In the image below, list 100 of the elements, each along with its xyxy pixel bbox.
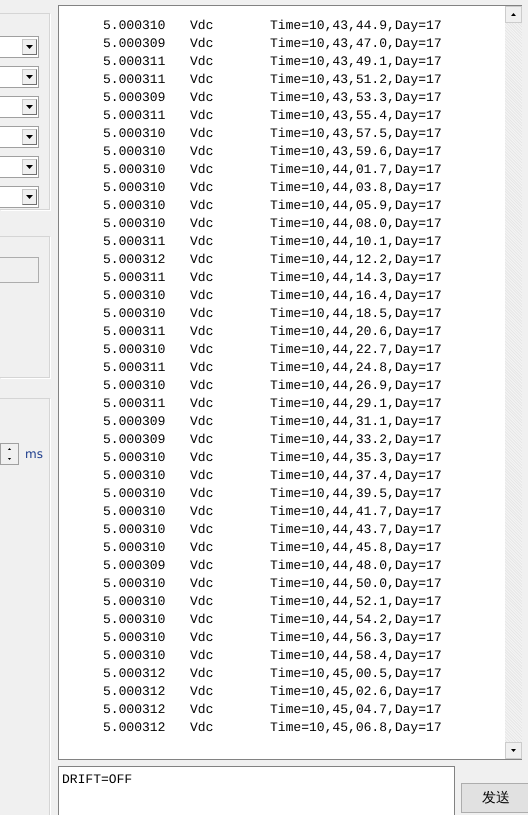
log-value: 5.000310 (103, 18, 166, 32)
log-time: Time=10,44,24.8,Day=17 (270, 360, 442, 374)
log-value: 5.000309 (103, 432, 166, 446)
dropdown[interactable] (0, 36, 39, 58)
log-value: 5.000310 (103, 198, 166, 212)
log-value: 5.000312 (103, 720, 166, 734)
log-unit: Vdc (190, 234, 214, 248)
log-unit: Vdc (190, 324, 214, 338)
log-value: 5.000310 (103, 216, 166, 230)
log-unit: Vdc (190, 702, 214, 716)
dropdown[interactable] (0, 66, 39, 88)
log-time: Time=10,44,29.1,Day=17 (270, 396, 442, 410)
log-unit: Vdc (190, 126, 214, 140)
log-time: Time=10,43,51.2,Day=17 (270, 72, 442, 86)
log-time: Time=10,44,14.3,Day=17 (270, 270, 442, 284)
log-value: 5.000312 (103, 666, 166, 680)
input-field[interactable] (0, 257, 39, 283)
dropdown[interactable] (0, 186, 39, 208)
log-value: 5.000310 (103, 468, 166, 482)
log-unit: Vdc (190, 576, 214, 590)
log-unit: Vdc (190, 252, 214, 266)
log-time: Time=10,45,02.6,Day=17 (270, 684, 442, 698)
log-unit: Vdc (190, 504, 214, 518)
log-value: 5.000310 (103, 630, 166, 644)
log-value: 5.000310 (103, 612, 166, 626)
log-value: 5.000310 (103, 144, 166, 158)
log-unit: Vdc (190, 522, 214, 536)
log-unit: Vdc (190, 18, 214, 32)
log-unit: Vdc (190, 396, 214, 410)
log-time: Time=10,44,35.3,Day=17 (270, 450, 442, 464)
log-time: Time=10,43,44.9,Day=17 (270, 18, 442, 32)
log-value: 5.000310 (103, 594, 166, 608)
scrollbar[interactable] (505, 6, 522, 759)
log-value: 5.000310 (103, 342, 166, 356)
log-value: 5.000310 (103, 378, 166, 392)
log-time: Time=10,44,52.1,Day=17 (270, 594, 442, 608)
log-value: 5.000310 (103, 648, 166, 662)
log-unit: Vdc (190, 162, 214, 176)
log-time: Time=10,44,20.6,Day=17 (270, 324, 442, 338)
log-unit: Vdc (190, 540, 214, 554)
log-value: 5.000309 (103, 36, 166, 50)
scroll-up-icon[interactable] (511, 13, 516, 16)
log-unit: Vdc (190, 630, 214, 644)
log-value: 5.000310 (103, 126, 166, 140)
log-value: 5.000310 (103, 180, 166, 194)
command-field[interactable]: DRIFT=OFF (58, 766, 455, 815)
log-unit: Vdc (190, 414, 214, 428)
log-time: Time=10,44,03.8,Day=17 (270, 180, 442, 194)
log-value: 5.000311 (103, 72, 166, 86)
log-unit: Vdc (190, 558, 214, 572)
log-time: Time=10,44,43.7,Day=17 (270, 522, 442, 536)
log-time: Time=10,45,04.7,Day=17 (270, 702, 442, 716)
log-time: Time=10,44,54.2,Day=17 (270, 612, 442, 626)
log-time: Time=10,45,00.5,Day=17 (270, 666, 442, 680)
log-unit: Vdc (190, 306, 214, 320)
log-unit: Vdc (190, 648, 214, 662)
log-unit: Vdc (190, 72, 214, 86)
log-time: Time=10,44,31.1,Day=17 (270, 414, 442, 428)
log-time: Time=10,44,41.7,Day=17 (270, 504, 442, 518)
log-time: Time=10,44,48.0,Day=17 (270, 558, 442, 572)
log-time: Time=10,43,55.4,Day=17 (270, 108, 442, 122)
log-value: 5.000310 (103, 450, 166, 464)
log-unit: Vdc (190, 180, 214, 194)
log-unit: Vdc (190, 198, 214, 212)
log-value: 5.000310 (103, 486, 166, 500)
log-unit: Vdc (190, 90, 214, 104)
log-value: 5.000309 (103, 90, 166, 104)
log-value: 5.000309 (103, 414, 166, 428)
log-time: Time=10,44,16.4,Day=17 (270, 288, 442, 302)
log-value: 5.000311 (103, 324, 166, 338)
log-time: Time=10,44,08.0,Day=17 (270, 216, 442, 230)
log-value: 5.000312 (103, 684, 166, 698)
scroll-down-icon[interactable] (511, 749, 516, 752)
log-unit: Vdc (190, 360, 214, 374)
dropdown[interactable] (0, 126, 39, 148)
log-value: 5.000311 (103, 360, 166, 374)
log-value: 5.000312 (103, 252, 166, 266)
log-value: 5.000311 (103, 270, 166, 284)
log-value: 5.000311 (103, 234, 166, 248)
send-button[interactable]: 发送 (461, 783, 528, 813)
log-value: 5.000310 (103, 540, 166, 554)
dropdown[interactable] (0, 156, 39, 178)
log-time: Time=10,43,59.6,Day=17 (270, 144, 442, 158)
log-time: Time=10,44,26.9,Day=17 (270, 378, 442, 392)
log-unit: Vdc (190, 36, 214, 50)
log-unit: Vdc (190, 612, 214, 626)
log-unit: Vdc (190, 432, 214, 446)
dropdown[interactable] (0, 96, 39, 118)
log-value: 5.000311 (103, 54, 166, 68)
log-value: 5.000309 (103, 558, 166, 572)
log-unit: Vdc (190, 720, 214, 734)
log-time: Time=10,45,06.8,Day=17 (270, 720, 442, 734)
log-unit: Vdc (190, 342, 214, 356)
log-time: Time=10,44,22.7,Day=17 (270, 342, 442, 356)
log-time: Time=10,44,37.4,Day=17 (270, 468, 442, 482)
log-unit: Vdc (190, 666, 214, 680)
log-time: Time=10,44,01.7,Day=17 (270, 162, 442, 176)
log-unit: Vdc (190, 270, 214, 284)
log-value: 5.000311 (103, 108, 166, 122)
log-time: Time=10,44,12.2,Day=17 (270, 252, 442, 266)
